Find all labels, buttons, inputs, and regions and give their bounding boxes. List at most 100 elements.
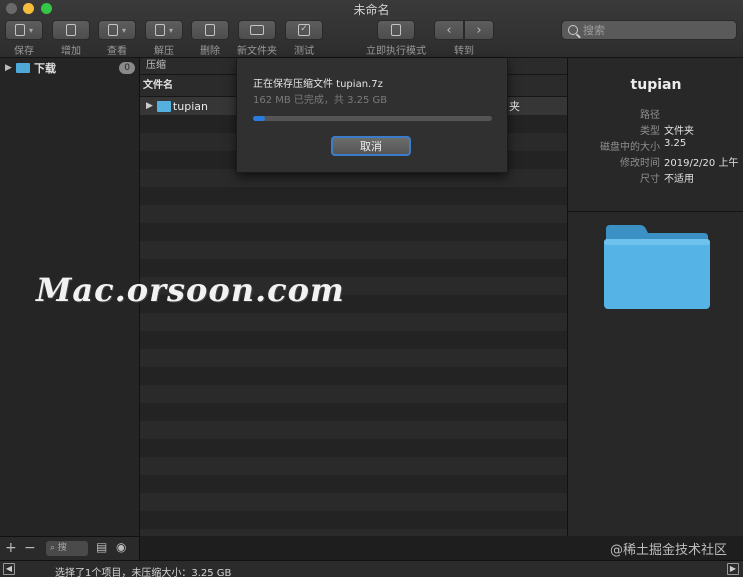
extract-label: 解压 [154, 46, 174, 57]
large-folder-icon [604, 225, 710, 309]
info-key: 类型 [640, 126, 660, 137]
status-text: 选择了1个项目，未压缩大小：3.25 GB [55, 568, 232, 577]
progress-bar-fill [253, 116, 265, 121]
empty-row [140, 313, 567, 331]
info-key: 修改时间 [620, 158, 660, 169]
info-value: 3.25 [664, 138, 687, 149]
empty-row [140, 367, 567, 385]
window-titlebar: 未命名 ▾ 保存 增加 ▾ 查看 ▾ 解压 删除 新文件夹 ✓ 测试 立即执行模… [0, 0, 743, 58]
info-row-path: 路径 [568, 106, 743, 122]
empty-row [140, 331, 567, 349]
search-icon: ⌕ [50, 543, 58, 553]
sidebar-item-label: 下载 [34, 62, 56, 75]
search-field[interactable] [561, 20, 737, 40]
chevron-down-icon: ▾ [28, 25, 33, 35]
empty-row [140, 475, 567, 493]
info-title: tupian [630, 77, 682, 93]
sidebar-search[interactable]: ⌕ 搜 [46, 541, 88, 556]
new-folder-icon [250, 25, 264, 35]
progress-bar [253, 116, 492, 121]
goto-label: 转到 [454, 46, 474, 57]
instant-mode-button[interactable] [377, 20, 415, 40]
add-file-icon [66, 24, 76, 36]
info-row-dimensions: 尺寸 不适用 [568, 170, 743, 186]
info-key: 路径 [640, 110, 660, 121]
info-key: 尺寸 [640, 174, 660, 185]
trash-icon [205, 24, 215, 36]
toggle-sidebar-icon[interactable]: ◀ [3, 563, 15, 575]
preview-icon[interactable]: ◉ [116, 540, 126, 554]
info-value: 2019/2/20 上午 [664, 158, 739, 169]
delete-label: 删除 [200, 46, 220, 57]
add-label: 增加 [61, 46, 81, 57]
instant-mode-icon [391, 24, 401, 36]
empty-row [140, 205, 567, 223]
empty-row [140, 403, 567, 421]
test-button[interactable]: ✓ [285, 20, 323, 40]
empty-row [140, 187, 567, 205]
cancel-button[interactable]: 取消 [331, 136, 411, 156]
progress-title: 正在保存压缩文件 tupian.7z [253, 79, 383, 90]
view-label: 查看 [107, 46, 127, 57]
back-button[interactable]: ‹ [434, 20, 464, 40]
new-folder-label: 新文件夹 [237, 46, 277, 57]
new-folder-button[interactable] [238, 20, 276, 40]
empty-row [140, 511, 567, 529]
instant-mode-label: 立即执行模式 [366, 46, 426, 57]
empty-row [140, 457, 567, 475]
disclosure-triangle-icon[interactable]: ▶ [146, 101, 153, 111]
remove-location-button[interactable]: − [24, 540, 36, 556]
info-key: 磁盘中的大小 [600, 142, 660, 153]
corner-watermark: @稀土掘金技术社区 [609, 543, 727, 558]
progress-sheet: 正在保存压缩文件 tupian.7z 162 MB 已完成，共 3.25 GB … [236, 58, 508, 173]
info-panel: tupian 路径 类型 文件夹 磁盘中的大小 3.25 修改时间 2019/2… [567, 58, 743, 536]
view-icon [107, 24, 118, 36]
disclosure-triangle-icon[interactable]: ▶ [5, 63, 15, 73]
empty-row [140, 349, 567, 367]
forward-button[interactable]: › [464, 20, 494, 40]
info-row-modified: 修改时间 2019/2/20 上午 [568, 154, 743, 170]
status-bar: ◀ 选择了1个项目，未压缩大小：3.25 GB ▶ [0, 560, 743, 577]
window-title: 未命名 [353, 3, 390, 17]
sidebar-bottom-bar: + − ⌕ 搜 ▤ ◉ [0, 536, 140, 560]
chevron-down-icon: ▾ [121, 25, 126, 35]
row-name: tupian [172, 99, 208, 113]
add-location-button[interactable]: + [5, 540, 17, 556]
empty-row [140, 493, 567, 511]
info-value: 文件夹 [664, 126, 694, 137]
empty-row [140, 223, 567, 241]
chevron-left-icon: ‹ [446, 22, 452, 38]
search-icon [568, 25, 578, 35]
progress-subtitle: 162 MB 已完成，共 3.25 GB [253, 95, 388, 106]
row-kind: 夹 [509, 100, 520, 113]
save-button[interactable]: ▾ [5, 20, 43, 40]
empty-row [140, 439, 567, 457]
search-input[interactable] [583, 23, 723, 37]
empty-row [140, 385, 567, 403]
save-label: 保存 [14, 46, 34, 57]
delete-button[interactable] [191, 20, 229, 40]
test-label: 测试 [294, 46, 314, 57]
checkmark-icon: ✓ [298, 24, 310, 36]
archive-settings-icon[interactable]: ▤ [96, 540, 107, 554]
watermark: Mac.orsoon.com [36, 271, 345, 309]
empty-row [140, 241, 567, 259]
empty-row [140, 529, 567, 536]
folder-icon [16, 63, 30, 73]
info-row-size: 磁盘中的大小 3.25 [568, 138, 743, 154]
archive-icon [14, 24, 25, 36]
folder-icon [156, 100, 171, 112]
add-button[interactable] [52, 20, 90, 40]
sidebar-search-text: 搜 [57, 543, 67, 553]
chevron-down-icon: ▾ [168, 25, 173, 35]
info-row-kind: 类型 文件夹 [568, 122, 743, 138]
view-button[interactable]: ▾ [98, 20, 136, 40]
empty-row [140, 421, 567, 439]
count-badge: 0 [119, 62, 135, 74]
chevron-right-icon: › [476, 22, 482, 38]
toggle-info-icon[interactable]: ▶ [727, 563, 739, 575]
info-divider [568, 211, 743, 212]
extract-icon [154, 24, 165, 36]
sidebar-item-downloads[interactable]: ▶ 下载 0 [0, 60, 140, 76]
extract-button[interactable]: ▾ [145, 20, 183, 40]
